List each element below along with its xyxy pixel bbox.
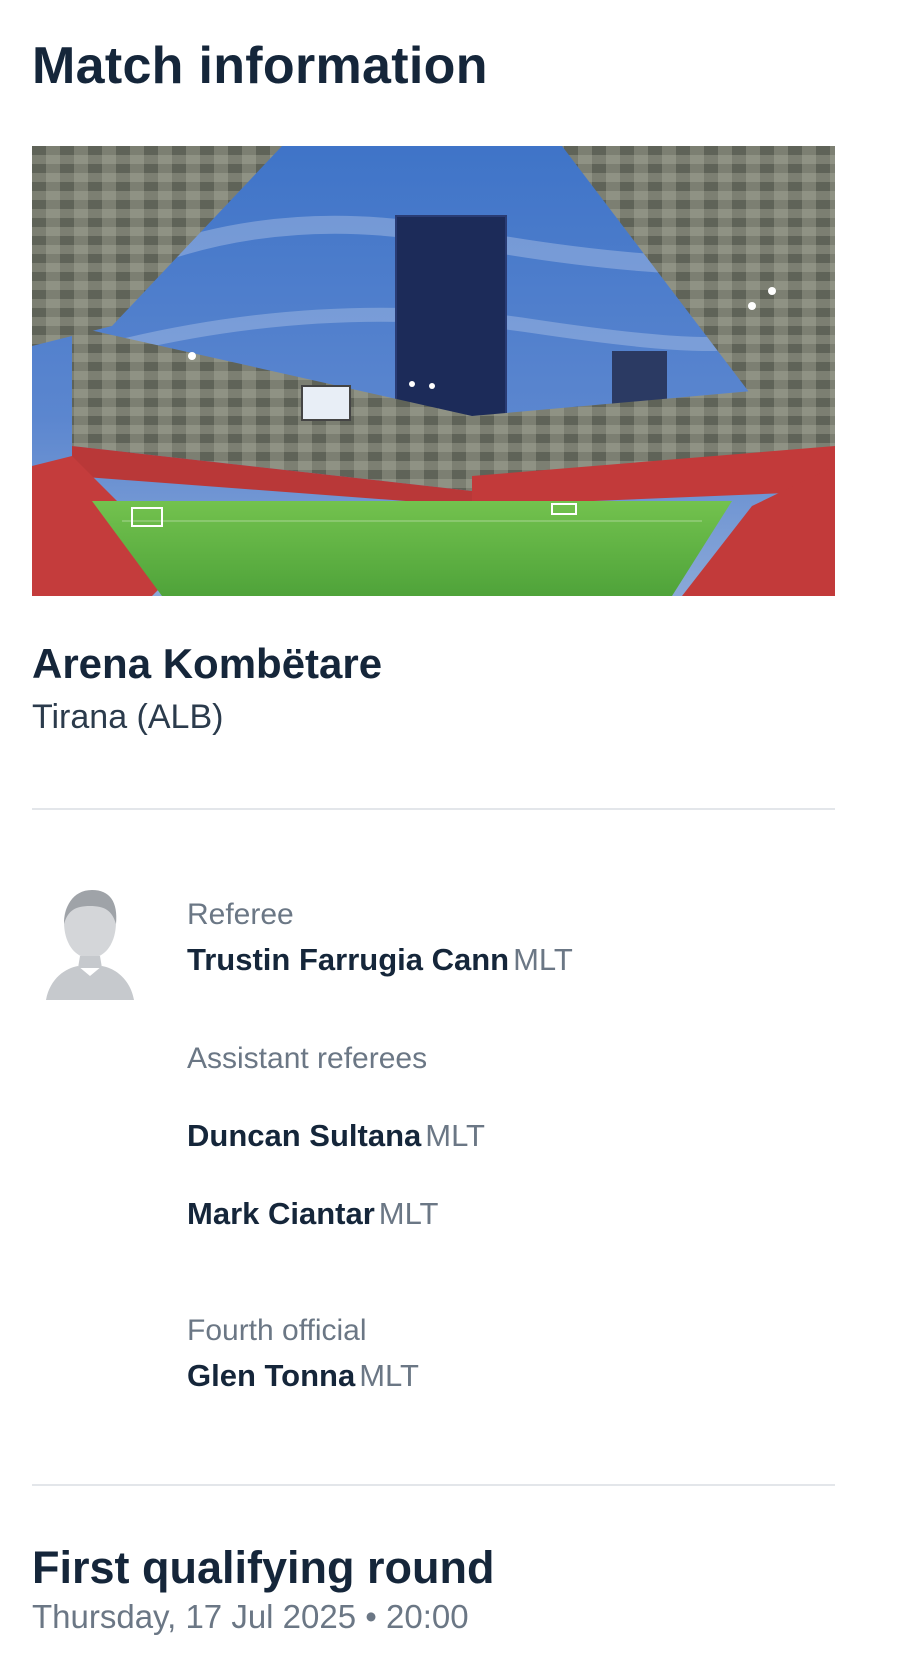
fourth-official-label: Fourth official bbox=[187, 1314, 367, 1347]
match-datetime: Thursday, 17 Jul 2025 • 20:00 bbox=[32, 1598, 469, 1636]
person-silhouette-icon bbox=[46, 890, 134, 1000]
venue-name[interactable]: Arena Kombëtare bbox=[32, 640, 382, 688]
match-date: Thursday, 17 Jul 2025 bbox=[32, 1598, 357, 1635]
stadium-photo bbox=[32, 146, 835, 596]
assistant-referees-label: Assistant referees bbox=[187, 1042, 428, 1075]
assistant-referee-2[interactable]: Mark Ciantar MLT bbox=[187, 1196, 439, 1232]
fourth-official-nationality: MLT bbox=[359, 1358, 419, 1393]
match-time: 20:00 bbox=[386, 1598, 469, 1635]
round-title: First qualifying round bbox=[32, 1542, 495, 1593]
assistant-referee-1[interactable]: Duncan Sultana MLT bbox=[187, 1118, 485, 1154]
fourth-official-name-text: Glen Tonna bbox=[187, 1358, 356, 1393]
datetime-separator: • bbox=[365, 1598, 377, 1635]
referee-name-text: Trustin Farrugia Cann bbox=[187, 942, 510, 977]
assistant-referee-name: Mark Ciantar bbox=[187, 1196, 375, 1231]
venue-city: Tirana (ALB) bbox=[32, 698, 224, 736]
page-title: Match information bbox=[32, 37, 488, 95]
fourth-official-name[interactable]: Glen Tonna MLT bbox=[187, 1358, 419, 1394]
assistant-referee-nationality: MLT bbox=[378, 1196, 439, 1231]
referee-label: Referee bbox=[187, 898, 294, 931]
assistant-referee-nationality: MLT bbox=[425, 1118, 485, 1153]
referee-nationality: MLT bbox=[513, 942, 573, 977]
assistant-referee-name: Duncan Sultana bbox=[187, 1118, 422, 1153]
referee-name[interactable]: Trustin Farrugia Cann MLT bbox=[187, 942, 573, 978]
divider bbox=[32, 1484, 835, 1486]
divider bbox=[32, 808, 835, 810]
